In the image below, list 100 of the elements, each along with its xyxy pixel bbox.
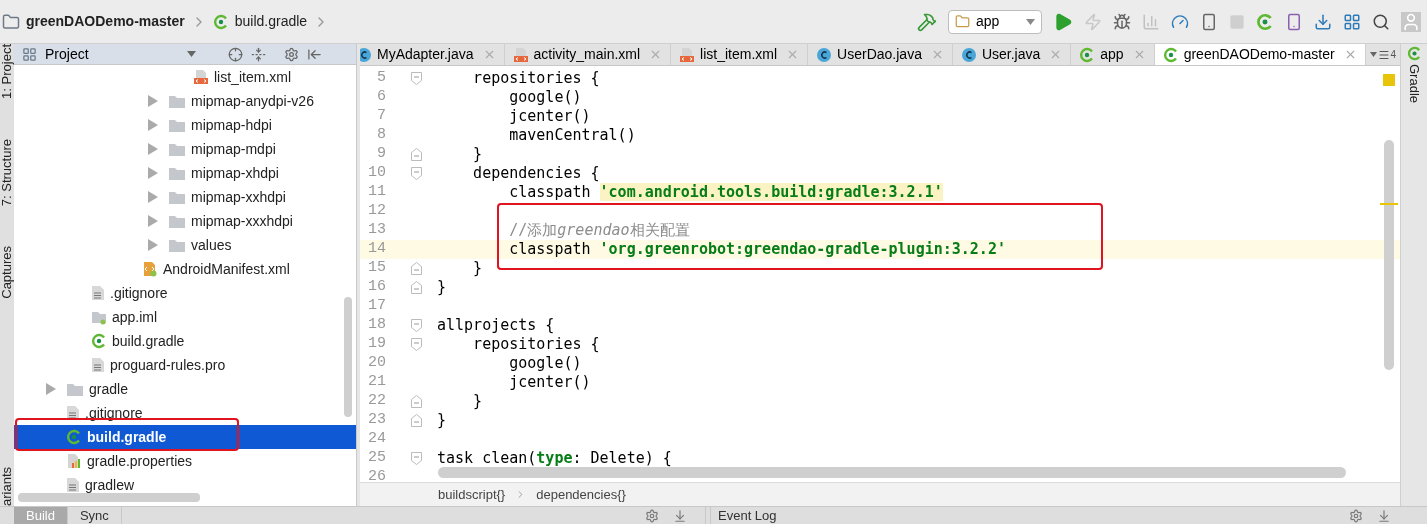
locate-icon[interactable] <box>227 46 243 62</box>
tree-item[interactable]: build.gradle <box>14 425 356 449</box>
fold-marker-icon[interactable] <box>411 72 422 85</box>
breadcrumb-item[interactable]: build.gradle <box>234 11 308 32</box>
debug-icon[interactable] <box>1113 12 1131 31</box>
tree-item[interactable]: mipmap-xhdpi <box>14 165 356 181</box>
settings-icon[interactable] <box>283 46 299 62</box>
expand-arrow-icon[interactable] <box>147 167 158 179</box>
expand-arrow-icon[interactable] <box>147 119 158 131</box>
tree-item[interactable]: build.gradle <box>14 333 356 349</box>
warning-marker-icon[interactable] <box>1383 74 1395 86</box>
scrollbar-thumb[interactable] <box>438 467 1346 478</box>
fold-marker-icon[interactable] <box>411 148 422 161</box>
lightning-icon[interactable] <box>1084 12 1102 31</box>
fold-marker-icon[interactable] <box>411 167 422 180</box>
stop-icon[interactable] <box>1229 13 1245 30</box>
tree-item[interactable]: mipmap-xxhdpi <box>14 189 356 205</box>
gradle-icon <box>212 13 229 30</box>
bars-icon[interactable] <box>1142 12 1160 31</box>
expand-arrow-icon[interactable] <box>147 215 158 227</box>
scrollbar-thumb[interactable] <box>344 297 352 417</box>
panel-title[interactable]: Project <box>45 43 89 65</box>
tool-window-tab[interactable]: 1: Project <box>0 44 14 99</box>
fold-marker-icon[interactable] <box>411 452 422 465</box>
collapse-icon[interactable] <box>250 46 266 62</box>
search-icon[interactable] <box>1372 12 1390 31</box>
fold-marker-icon[interactable] <box>411 262 422 275</box>
editor-tab[interactable]: MyAdapter.java <box>360 44 505 65</box>
run-config-dropdown[interactable]: app <box>948 9 1042 34</box>
event-log-tab[interactable]: Event Log <box>718 505 777 524</box>
expand-arrow-icon[interactable] <box>147 191 158 203</box>
tool-window-tab[interactable]: ariants <box>0 466 14 506</box>
tree-item[interactable]: AndroidManifest.xml <box>14 261 356 277</box>
line-number: 9 <box>376 144 386 165</box>
tree-item[interactable]: mipmap-anydpi-v26 <box>14 93 356 109</box>
line-number: 22 <box>367 391 386 412</box>
expand-arrow-icon[interactable] <box>147 239 158 251</box>
avatar-icon[interactable] <box>1401 11 1421 32</box>
fold-marker-icon[interactable] <box>411 281 422 294</box>
code-line: } <box>437 278 447 297</box>
minimize-icon[interactable] <box>673 508 687 523</box>
phone-icon[interactable] <box>1200 12 1218 31</box>
line-number: 21 <box>367 372 386 393</box>
tree-item[interactable]: app.iml <box>14 309 356 325</box>
scrollbar-thumb[interactable] <box>1384 140 1394 370</box>
fold-marker-icon[interactable] <box>411 338 422 351</box>
line-number: 7 <box>376 106 386 127</box>
hammer-icon[interactable] <box>917 11 937 32</box>
breadcrumb-item[interactable]: greenDAODemo-master <box>26 11 185 32</box>
tree-item[interactable]: values <box>14 237 356 253</box>
tree-item[interactable]: mipmap-mdpi <box>14 141 356 157</box>
fold-marker-icon[interactable] <box>411 319 422 332</box>
bottom-tab[interactable]: Sync <box>67 507 122 524</box>
expand-arrow-icon[interactable] <box>147 143 158 155</box>
settings-icon[interactable] <box>1349 508 1363 523</box>
fold-marker-icon[interactable] <box>411 395 422 408</box>
code-breadcrumb[interactable]: dependencies{} <box>536 484 626 505</box>
line-number: 16 <box>367 277 386 298</box>
fold-marker-icon[interactable] <box>411 414 422 427</box>
settings-icon[interactable] <box>645 508 659 523</box>
xml-file-icon <box>512 46 529 63</box>
line-number: 8 <box>376 125 386 146</box>
tree-item[interactable]: gradle <box>14 381 356 397</box>
tab-overflow-button[interactable]: 4 <box>1365 44 1400 65</box>
tool-window-tab[interactable]: Gradle <box>1404 64 1424 104</box>
tool-window-tab[interactable]: Captures <box>0 246 14 299</box>
tree-item[interactable]: gradle.properties <box>14 453 356 469</box>
code-breadcrumb[interactable]: buildscript{} <box>438 484 506 505</box>
tree-item[interactable]: mipmap-hdpi <box>14 117 356 133</box>
code-line: } <box>437 411 447 430</box>
tree-item[interactable]: .gitignore <box>14 405 356 421</box>
line-number: 10 <box>367 163 386 184</box>
code-line: jcenter() <box>508 373 591 392</box>
tree-item[interactable]: mipmap-xxxhdpi <box>14 213 356 229</box>
editor-tab[interactable]: greenDAODemo-master <box>1154 44 1366 65</box>
minimize-icon[interactable] <box>1377 508 1391 523</box>
line-number: 26 <box>367 467 386 482</box>
grid-icon[interactable] <box>1343 12 1361 31</box>
tree-item[interactable]: proguard-rules.pro <box>14 357 356 373</box>
expand-arrow-icon[interactable] <box>147 95 158 107</box>
tree-item[interactable]: .gitignore <box>14 285 356 301</box>
gauge-icon[interactable] <box>1171 12 1189 31</box>
folder-icon <box>168 93 186 109</box>
scrollbar-thumb[interactable] <box>18 493 200 502</box>
tool-window-tab[interactable]: 7: Structure <box>0 138 14 207</box>
phone-icon[interactable] <box>1285 12 1303 31</box>
code-line: } <box>472 392 483 411</box>
download-icon[interactable] <box>1314 12 1332 31</box>
folder-icon <box>2 12 20 31</box>
tree-item[interactable]: list_item.xml <box>14 69 356 85</box>
gradle-icon <box>66 429 82 445</box>
folder-icon <box>168 237 186 253</box>
expand-arrow-icon[interactable] <box>45 383 56 395</box>
caret-icon[interactable] <box>186 51 196 57</box>
code-line: google() <box>508 88 582 107</box>
code-line: jcenter() <box>508 107 591 126</box>
code-line: } <box>472 259 483 278</box>
tree-item[interactable]: gradlew <box>14 477 356 493</box>
code-line: classpath 'org.greenrobot:greendao-gradle-plugin:3.2.2' <box>508 240 1006 259</box>
run-icon[interactable] <box>1053 11 1073 32</box>
